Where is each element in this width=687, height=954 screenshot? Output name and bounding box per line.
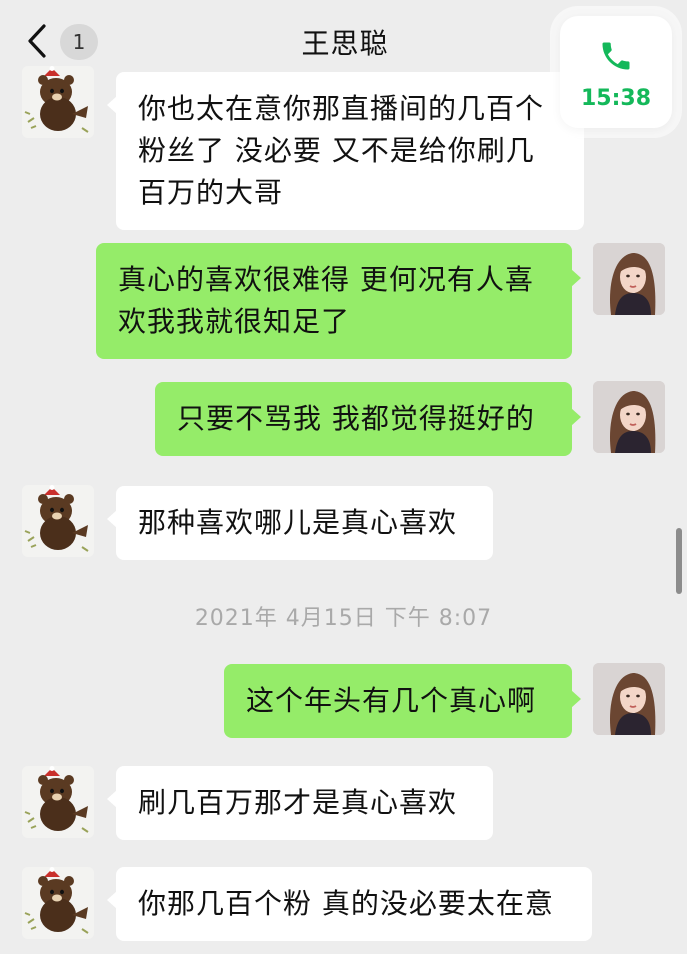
contact-avatar[interactable] (22, 485, 94, 557)
girl-avatar-icon (593, 243, 665, 315)
scrollbar[interactable] (676, 528, 682, 594)
call-duration: 15:38 (580, 86, 652, 111)
unread-count-badge[interactable]: 1 (60, 24, 98, 60)
message-bubble-outgoing[interactable]: 这个年头有几个真心啊 (224, 664, 581, 738)
contact-avatar[interactable] (22, 66, 94, 138)
chevron-left-icon (28, 24, 46, 58)
girl-avatar-icon (593, 663, 665, 735)
message-bubble-outgoing[interactable]: 只要不骂我 我都觉得挺好的 (155, 382, 581, 456)
bear-avatar-icon (24, 867, 89, 934)
girl-avatar-icon (593, 381, 665, 453)
message-bubble-outgoing[interactable]: 真心的喜欢很难得 更何况有人喜欢我我就很知足了 (96, 243, 581, 359)
chat-screen: 1 王思聪 你也太在意你那直播间的几百个粉丝了 没必要 又不是给你刷几百万的大哥… (0, 0, 687, 954)
message-bubble-incoming[interactable]: 你也太在意你那直播间的几百个粉丝了 没必要 又不是给你刷几百万的大哥 (107, 72, 584, 230)
back-button[interactable] (22, 22, 52, 60)
bear-avatar-icon (24, 766, 89, 833)
message-bubble-incoming[interactable]: 你那几百个粉 真的没必要太在意 (107, 867, 592, 941)
phone-icon (602, 42, 630, 70)
bear-avatar-icon (24, 485, 89, 552)
chat-title: 王思聪 (301, 27, 389, 60)
floating-call-widget[interactable]: 15:38 (560, 16, 672, 128)
user-avatar[interactable] (593, 381, 665, 453)
message-timestamp: 2021年 4月15日 下午 8:07 (194, 606, 493, 631)
contact-avatar[interactable] (22, 867, 94, 939)
message-bubble-incoming[interactable]: 那种喜欢哪儿是真心喜欢 (107, 486, 493, 560)
user-avatar[interactable] (593, 663, 665, 735)
bear-avatar-icon (24, 66, 89, 133)
contact-avatar[interactable] (22, 766, 94, 838)
message-bubble-incoming[interactable]: 刷几百万那才是真心喜欢 (107, 766, 493, 840)
user-avatar[interactable] (593, 243, 665, 315)
